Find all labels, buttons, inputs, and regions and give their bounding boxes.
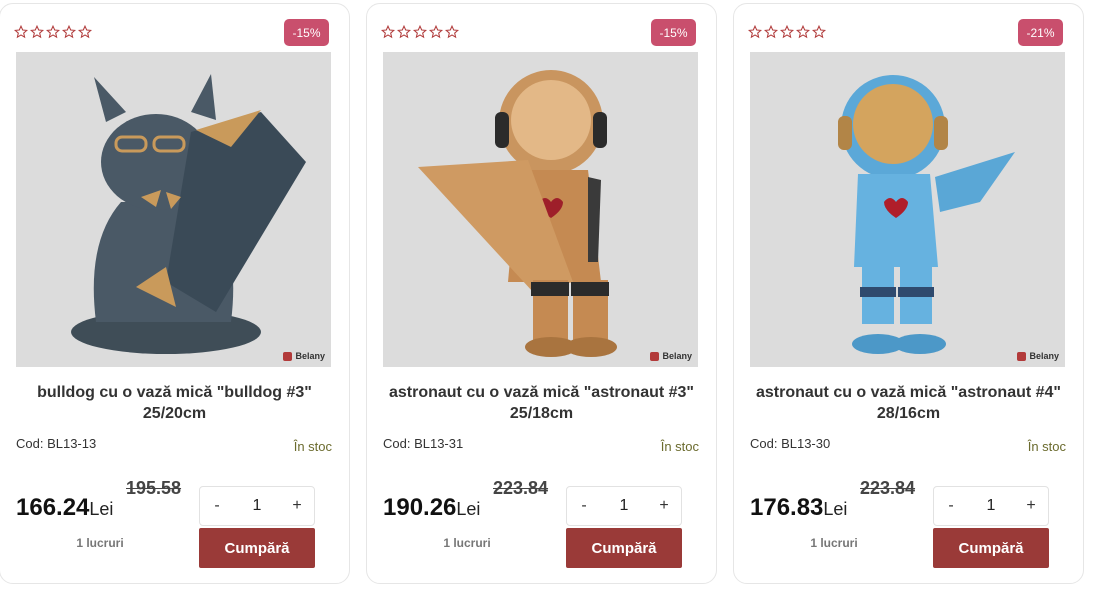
star-outline-icon [748, 25, 762, 39]
rating-stars[interactable] [381, 25, 459, 39]
increment-button[interactable]: + [280, 497, 314, 515]
bulldog-figurine-image [16, 52, 331, 367]
discount-badge: -21% [1018, 19, 1063, 46]
rating-stars[interactable] [748, 25, 826, 39]
items-count: 1 lucruri [76, 536, 124, 550]
belany-logo-icon [650, 351, 660, 361]
price-value: 176.83 [750, 494, 824, 521]
star-outline-icon [46, 25, 60, 39]
stock-status: În stoc [293, 439, 332, 454]
discount-badge: -15% [651, 19, 696, 46]
buy-button[interactable]: Cumpără [566, 528, 682, 568]
product-card: -21% Belany astronaut cu o vază mică "as… [733, 3, 1084, 584]
price-currency: Lei [89, 499, 114, 519]
items-count: 1 lucruri [810, 536, 858, 550]
quantity-stepper: - + [566, 486, 682, 526]
price-currency: Lei [456, 499, 481, 519]
star-outline-icon [413, 25, 427, 39]
product-title-line[interactable]: bulldog cu o vază mică "bulldog #3" [16, 382, 333, 403]
old-price: 223.84 [493, 478, 549, 498]
product-code: Cod: BL13-13 [16, 436, 97, 451]
brand-name: Belany [662, 351, 692, 361]
star-outline-icon [62, 25, 76, 39]
product-card: -15% Belany astronaut cu o vază mică "as… [366, 3, 717, 584]
increment-button[interactable]: + [1014, 497, 1048, 515]
decrement-button[interactable]: - [934, 497, 968, 515]
star-outline-icon [764, 25, 778, 39]
product-image[interactable]: Belany [383, 52, 698, 367]
star-outline-icon [30, 25, 44, 39]
product-title-line[interactable]: astronaut cu o vază mică "astronaut #3" [383, 382, 700, 403]
product-title-line[interactable]: astronaut cu o vază mică "astronaut #4" [750, 382, 1067, 403]
buy-button[interactable]: Cumpără [933, 528, 1049, 568]
quantity-stepper: - + [199, 486, 315, 526]
product-grid: -15% Belany bulldog cu o vază mică "bull… [0, 0, 1095, 596]
star-outline-icon [429, 25, 443, 39]
star-outline-icon [445, 25, 459, 39]
belany-logo-icon [1017, 351, 1027, 361]
product-image[interactable]: Belany [16, 52, 331, 367]
current-price: 166.24 Lei [16, 494, 113, 522]
star-outline-icon [796, 25, 810, 39]
product-size[interactable]: 25/18cm [383, 403, 700, 424]
brand-logo: Belany [283, 351, 325, 361]
product-title[interactable]: astronaut cu o vază mică "astronaut #4" … [750, 382, 1067, 424]
decrement-button[interactable]: - [567, 497, 601, 515]
star-outline-icon [812, 25, 826, 39]
old-price: 195.58 [126, 478, 182, 498]
blue-astronaut-figurine-image [750, 52, 1065, 367]
quantity-input[interactable] [968, 497, 1014, 515]
quantity-input[interactable] [234, 497, 280, 515]
star-outline-icon [78, 25, 92, 39]
stock-status: În stoc [1027, 439, 1066, 454]
current-price: 176.83 Lei [750, 494, 847, 522]
rating-stars[interactable] [14, 25, 92, 39]
brand-logo: Belany [1017, 351, 1059, 361]
product-title[interactable]: astronaut cu o vază mică "astronaut #3" … [383, 382, 700, 424]
brand-logo: Belany [650, 351, 692, 361]
price-value: 190.26 [383, 494, 457, 521]
price-currency: Lei [823, 499, 848, 519]
brand-name: Belany [295, 351, 325, 361]
product-code: Cod: BL13-31 [383, 436, 464, 451]
brand-name: Belany [1029, 351, 1059, 361]
star-outline-icon [780, 25, 794, 39]
product-image[interactable]: Belany [750, 52, 1065, 367]
buy-button[interactable]: Cumpără [199, 528, 315, 568]
star-outline-icon [14, 25, 28, 39]
product-code: Cod: BL13-30 [750, 436, 831, 451]
star-outline-icon [397, 25, 411, 39]
quantity-stepper: - + [933, 486, 1049, 526]
items-count: 1 lucruri [443, 536, 491, 550]
current-price: 190.26 Lei [383, 494, 480, 522]
product-size[interactable]: 25/20cm [16, 403, 333, 424]
belany-logo-icon [283, 351, 293, 361]
stock-status: În stoc [660, 439, 699, 454]
star-outline-icon [381, 25, 395, 39]
price-value: 166.24 [16, 494, 90, 521]
quantity-input[interactable] [601, 497, 647, 515]
gold-astronaut-figurine-image [383, 52, 698, 367]
product-title[interactable]: bulldog cu o vază mică "bulldog #3" 25/2… [16, 382, 333, 424]
old-price: 223.84 [860, 478, 916, 498]
product-size[interactable]: 28/16cm [750, 403, 1067, 424]
increment-button[interactable]: + [647, 497, 681, 515]
decrement-button[interactable]: - [200, 497, 234, 515]
discount-badge: -15% [284, 19, 329, 46]
product-card: -15% Belany bulldog cu o vază mică "bull… [0, 3, 350, 584]
